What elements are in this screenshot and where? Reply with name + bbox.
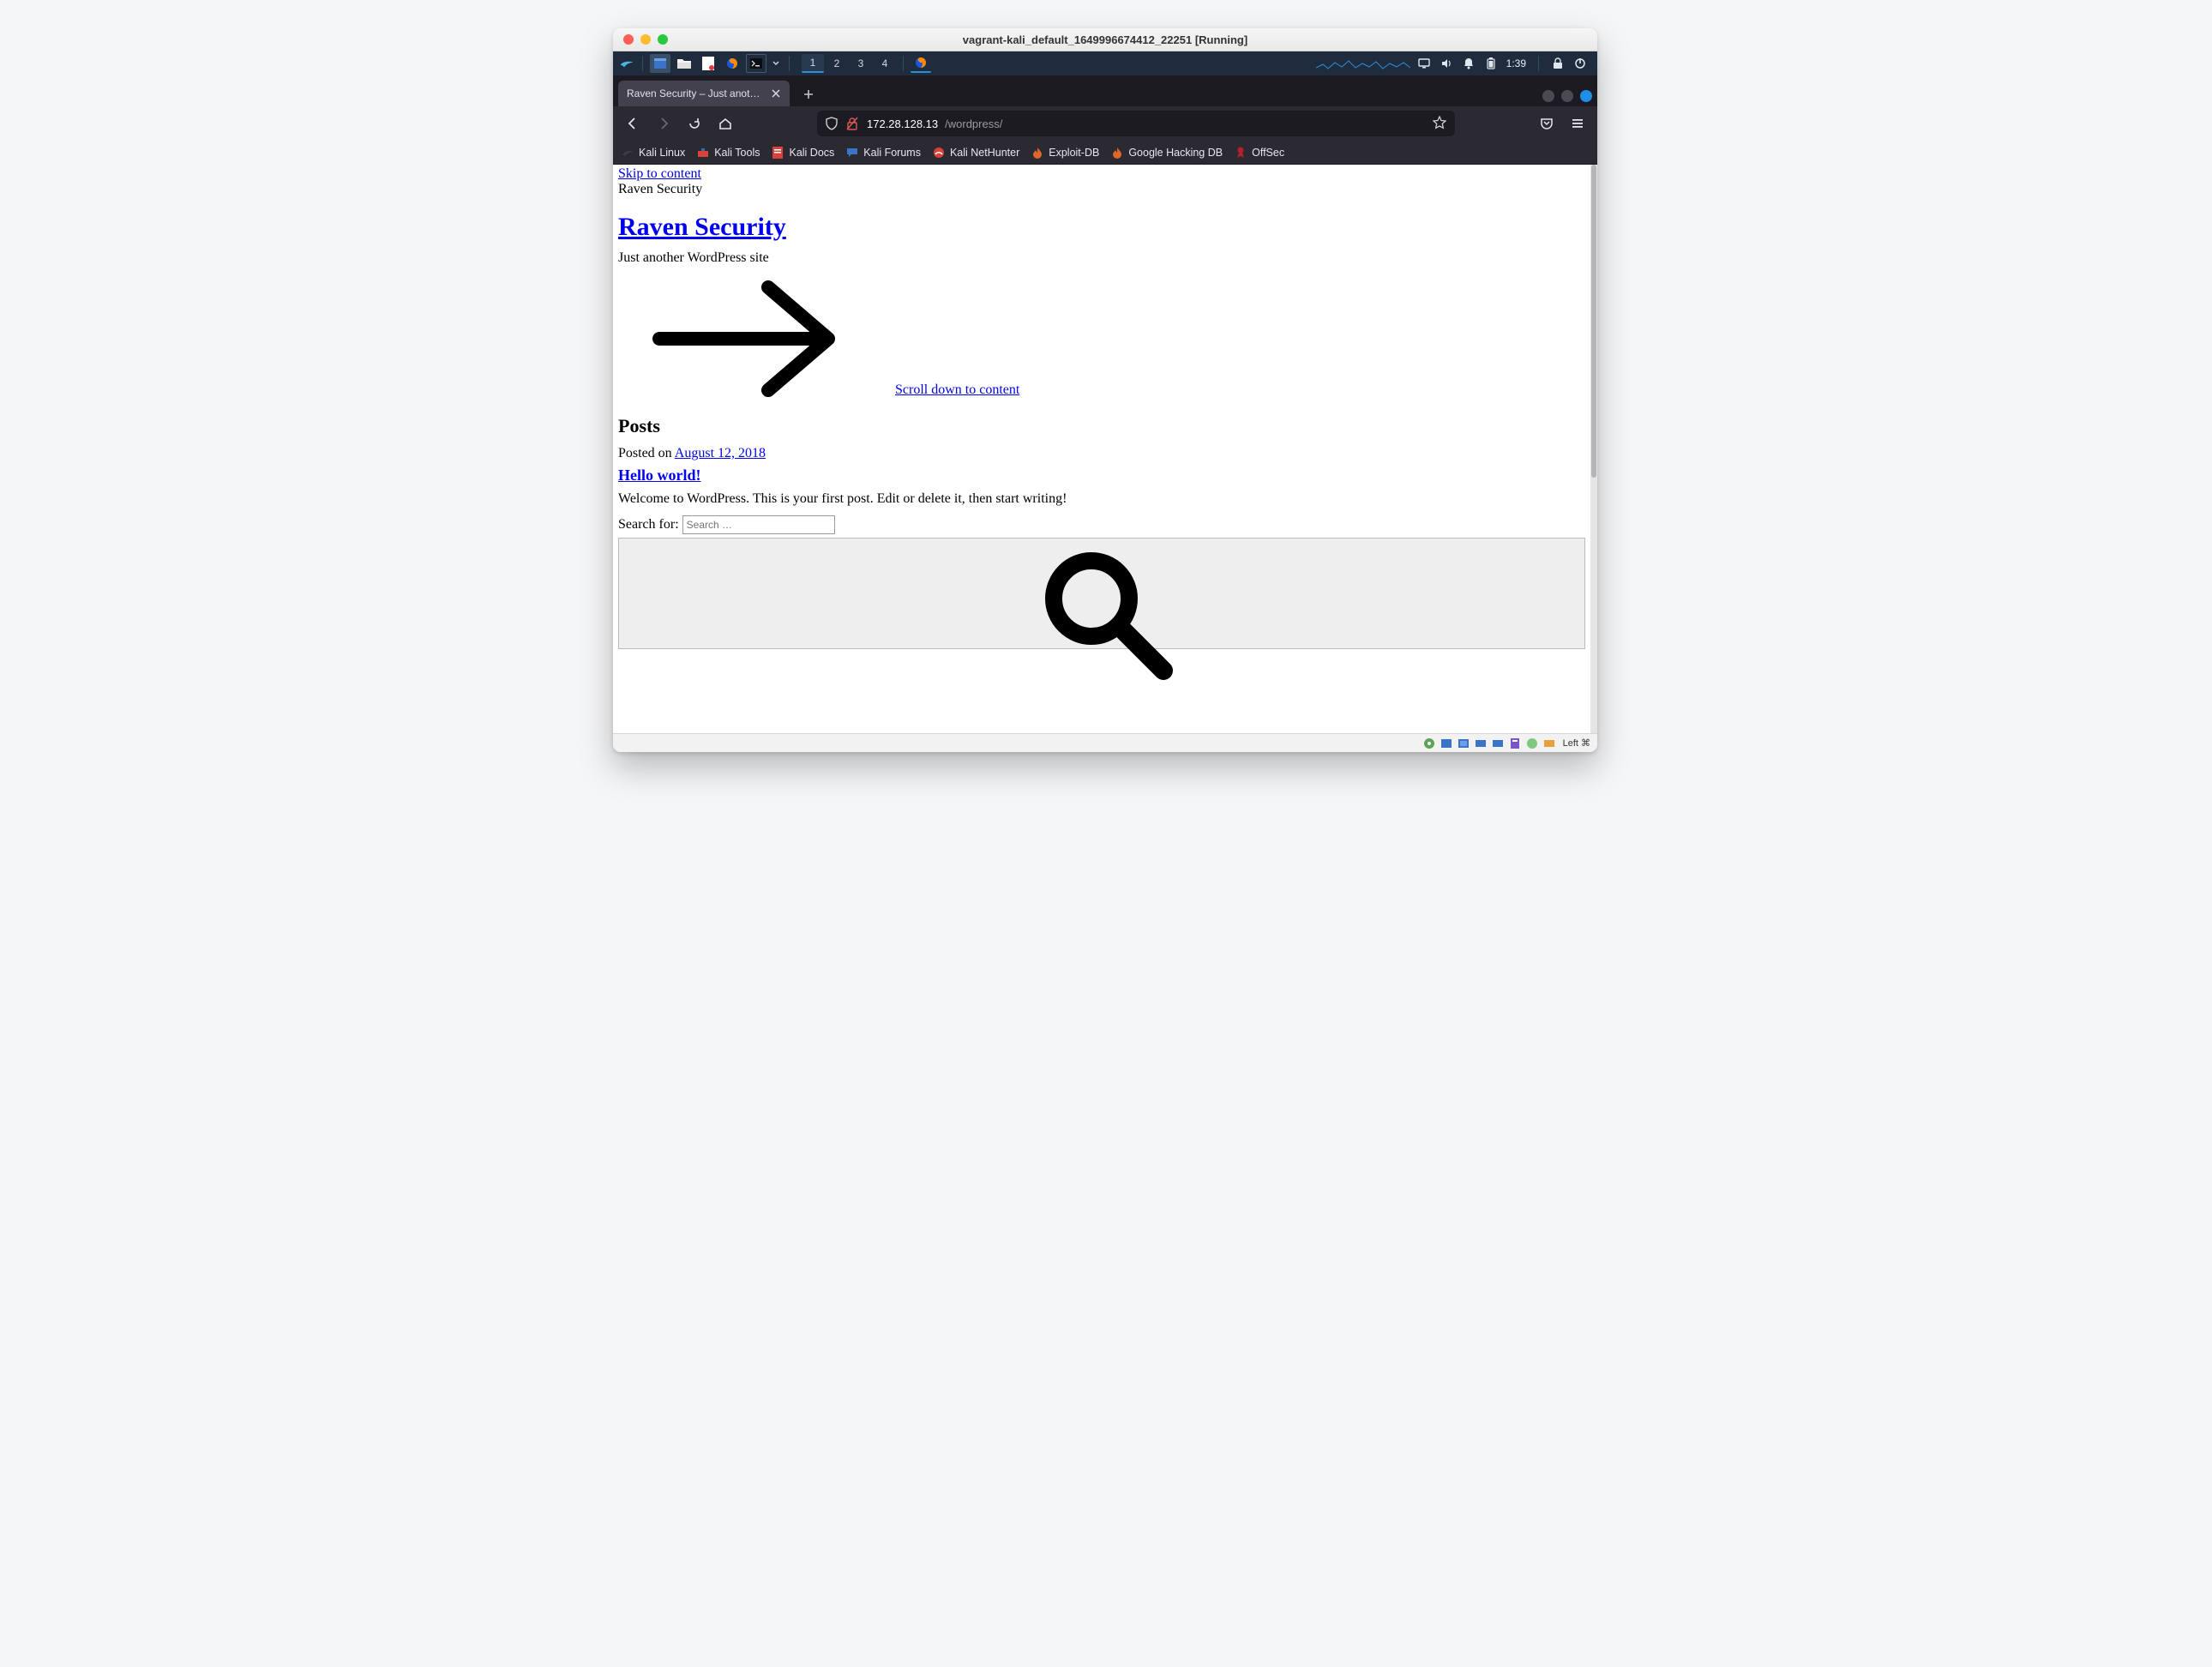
- clock[interactable]: 1:39: [1506, 57, 1526, 69]
- dragon-icon: [622, 147, 634, 159]
- file-manager-button[interactable]: [674, 54, 694, 73]
- bookmarks-bar: Kali Linux Kali Tools Kali Docs Kali For…: [613, 141, 1597, 165]
- terminal-dropdown-icon[interactable]: [770, 54, 782, 73]
- battery-icon[interactable]: [1484, 57, 1498, 70]
- scrollbar-thumb[interactable]: [1591, 165, 1596, 478]
- bookmark-kali-forums[interactable]: Kali Forums: [846, 147, 921, 159]
- firefox-toolbar: 172.28.128.13/wordpress/: [613, 106, 1597, 141]
- vm-window: vagrant-kali_default_1649996674412_22251…: [613, 28, 1597, 752]
- ribbon-icon: [1235, 147, 1247, 159]
- search-label: Search for:: [618, 517, 679, 532]
- tab-close-icon[interactable]: [769, 87, 783, 100]
- post-date-link[interactable]: August 12, 2018: [675, 446, 766, 460]
- url-bar[interactable]: 172.28.128.13/wordpress/: [817, 111, 1455, 136]
- post-meta: Posted on August 12, 2018: [618, 446, 1585, 461]
- site-name: Raven Security: [618, 182, 702, 196]
- bookmark-kali-docs[interactable]: Kali Docs: [772, 147, 834, 159]
- forward-button[interactable]: [651, 111, 676, 136]
- skip-to-content-link[interactable]: Skip to content: [618, 166, 701, 181]
- reload-button[interactable]: [682, 111, 707, 136]
- workspace-4[interactable]: 4: [874, 54, 896, 73]
- audio-icon[interactable]: [1457, 737, 1470, 750]
- power-icon[interactable]: [1573, 57, 1587, 70]
- workspace-1[interactable]: 1: [802, 54, 824, 73]
- notifications-icon[interactable]: [1462, 57, 1476, 70]
- page-content: Skip to content Raven Security Raven Sec…: [613, 165, 1590, 733]
- minimize-window-button[interactable]: [640, 34, 651, 45]
- hdd-icon[interactable]: [1422, 737, 1436, 750]
- display-vb-icon[interactable]: [1525, 737, 1539, 750]
- firefox-tabstrip: Raven Security – Just another: [613, 75, 1597, 106]
- bookmark-kali-tools[interactable]: Kali Tools: [697, 147, 760, 159]
- search-input[interactable]: [682, 515, 835, 534]
- ff-minimize-icon[interactable]: [1542, 90, 1554, 102]
- bookmark-google-hacking-db[interactable]: Google Hacking DB: [1111, 147, 1223, 159]
- back-button[interactable]: [620, 111, 646, 136]
- search-button[interactable]: [618, 538, 1585, 649]
- display-icon[interactable]: [1417, 57, 1431, 70]
- kali-panel: 1 2 3 4 1:39: [613, 51, 1597, 75]
- network-icon[interactable]: [1474, 737, 1488, 750]
- workspace-2[interactable]: 2: [826, 54, 848, 73]
- tracking-shield-icon[interactable]: [826, 117, 839, 130]
- shared-folders-icon[interactable]: [1508, 737, 1522, 750]
- toolbox-icon: [697, 147, 709, 159]
- bookmark-offsec[interactable]: OffSec: [1235, 147, 1284, 159]
- usb-icon[interactable]: [1491, 737, 1505, 750]
- text-editor-button[interactable]: [698, 54, 718, 73]
- flame-icon: [1111, 147, 1123, 159]
- new-tab-button[interactable]: [796, 82, 820, 106]
- bookmark-kali-nethunter[interactable]: Kali NetHunter: [933, 147, 1019, 159]
- search-icon: [1025, 539, 1179, 693]
- firefox-panel-button[interactable]: [722, 54, 742, 73]
- home-button[interactable]: [712, 111, 738, 136]
- recording-icon[interactable]: [1542, 737, 1556, 750]
- window-title: vagrant-kali_default_1649996674412_22251…: [613, 33, 1597, 46]
- optical-icon[interactable]: [1440, 737, 1453, 750]
- flame-icon: [1031, 147, 1043, 159]
- arrow-right-icon: [618, 274, 871, 403]
- close-window-button[interactable]: [623, 34, 634, 45]
- mac-titlebar: vagrant-kali_default_1649996674412_22251…: [613, 28, 1597, 51]
- insecure-lock-icon[interactable]: [846, 117, 860, 130]
- post-title-link[interactable]: Hello world!: [618, 466, 701, 484]
- scrollbar[interactable]: [1590, 165, 1597, 733]
- site-title-link[interactable]: Raven Security: [618, 213, 786, 242]
- terminal-button[interactable]: [746, 54, 766, 73]
- bookmark-kali-linux[interactable]: Kali Linux: [622, 147, 685, 159]
- firefox-running-button[interactable]: [911, 54, 931, 73]
- traffic-lights: [613, 34, 668, 45]
- nethunter-icon: [933, 147, 945, 159]
- firefox-window-controls: [1542, 90, 1592, 106]
- bookmark-star-icon[interactable]: [1433, 116, 1446, 132]
- kali-menu-icon[interactable]: [618, 55, 635, 72]
- scroll-down-link[interactable]: Scroll down to content: [895, 382, 1019, 398]
- lock-icon[interactable]: [1551, 57, 1565, 70]
- bookmark-exploit-db[interactable]: Exploit-DB: [1031, 147, 1099, 159]
- doc-icon: [772, 147, 784, 159]
- ff-close-icon[interactable]: [1580, 90, 1592, 102]
- tab-title: Raven Security – Just another: [627, 87, 764, 99]
- show-desktop-button[interactable]: [650, 54, 670, 73]
- workspace-switcher: 1 2 3 4: [802, 54, 896, 73]
- url-host: 172.28.128.13: [867, 117, 938, 130]
- hostkey-indicator: Left ⌘: [1563, 737, 1590, 749]
- volume-icon[interactable]: [1440, 57, 1453, 70]
- browser-tab-active[interactable]: Raven Security – Just another: [618, 81, 790, 106]
- app-menu-button[interactable]: [1565, 111, 1590, 136]
- workspace-3[interactable]: 3: [850, 54, 872, 73]
- url-path: /wordpress/: [945, 117, 1002, 130]
- post-excerpt: Welcome to WordPress. This is your first…: [618, 491, 1585, 507]
- chat-icon: [846, 147, 858, 159]
- virtualbox-statusbar: Left ⌘: [613, 733, 1597, 752]
- ff-maximize-icon[interactable]: [1561, 90, 1573, 102]
- posts-heading: Posts: [618, 415, 1585, 437]
- pocket-button[interactable]: [1534, 111, 1560, 136]
- maximize-window-button[interactable]: [658, 34, 668, 45]
- tagline: Just another WordPress site: [618, 250, 1585, 266]
